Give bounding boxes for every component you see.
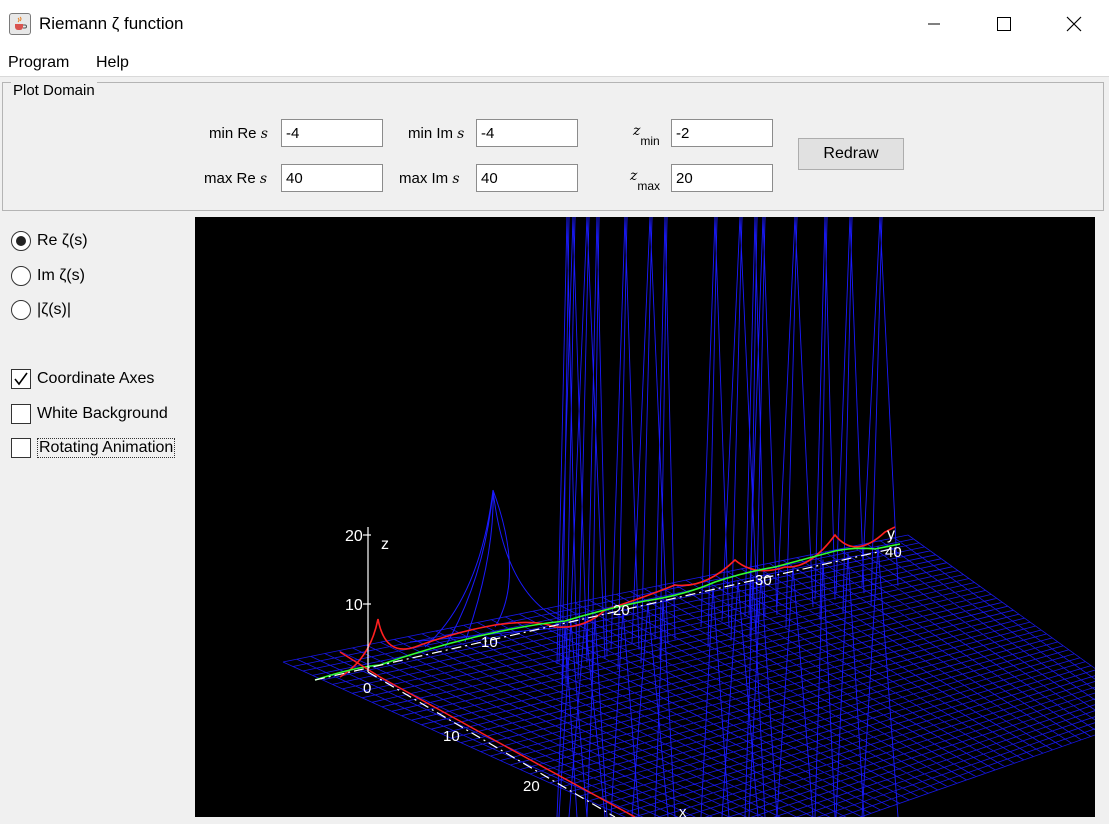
checkbox-indicator[interactable]: [11, 404, 31, 424]
max-im-input[interactable]: [476, 164, 578, 192]
zeta-3d-plot[interactable]: 20 10 z 0 10 20 x 10 20 30 40 y: [195, 217, 1095, 817]
maximize-icon: [997, 17, 1011, 31]
origin-label: 0: [363, 680, 371, 697]
real-tick-label-10: 10: [443, 728, 460, 745]
rotating-animation-label: Rotating Animation: [37, 438, 176, 458]
menu-program[interactable]: Program: [8, 54, 69, 72]
menu-help[interactable]: Help: [96, 54, 129, 72]
menu-bar: Program Help: [0, 48, 1109, 77]
checkmark-icon: [14, 372, 28, 386]
real-tick-label-20: 20: [523, 778, 540, 795]
title-bar: Riemann ζ function: [0, 0, 1109, 48]
redraw-button[interactable]: Redraw: [798, 138, 904, 170]
y-axis-label: y: [887, 526, 895, 543]
max-re-input[interactable]: [281, 164, 383, 192]
imag-tick-label-30: 30: [755, 572, 772, 589]
imag-tick-label-20: 20: [613, 602, 630, 619]
zmax-input[interactable]: [671, 164, 773, 192]
imag-tick-label-40: 40: [885, 544, 902, 561]
zeta-surface-svg: 20 10 z 0 10 20 x 10 20 30 40y: [282, 217, 1095, 817]
min-re-input[interactable]: [281, 119, 383, 147]
x-axis-label: x: [679, 804, 687, 817]
min-im-input[interactable]: [476, 119, 578, 147]
surface-mesh: [282, 534, 1095, 817]
window-title: Riemann ζ function: [39, 14, 184, 33]
zmin-label: zmin: [633, 123, 660, 148]
max-re-label: max Re s: [204, 170, 268, 187]
close-icon: [1066, 16, 1082, 32]
radio-im-zeta[interactable]: Im ζ(s): [11, 266, 85, 286]
radio-abs-zeta-label: |ζ(s)|: [37, 301, 72, 318]
checkbox-white-background[interactable]: White Background: [11, 404, 168, 424]
radio-re-zeta[interactable]: Re ζ(s): [11, 231, 88, 251]
z-tick-label-20: 20: [345, 528, 363, 545]
zmax-label: zmax: [630, 168, 661, 193]
checkbox-checked-indicator[interactable]: [11, 369, 31, 389]
java-cup-icon: [9, 13, 31, 35]
close-button[interactable]: [1039, 0, 1109, 48]
checkbox-rotating-animation[interactable]: Rotating Animation: [11, 438, 176, 458]
plot-domain-panel: Plot Domain min Re s max Re s min Im s m…: [2, 82, 1104, 211]
max-im-label: max Im s: [399, 170, 460, 187]
radio-im-zeta-label: Im ζ(s): [37, 267, 85, 284]
radio-abs-zeta[interactable]: |ζ(s)|: [11, 300, 71, 320]
coordinate-axes-label: Coordinate Axes: [37, 370, 155, 387]
radio-indicator[interactable]: [11, 300, 31, 320]
checkbox-indicator[interactable]: [11, 438, 31, 458]
radio-indicator[interactable]: [11, 266, 31, 286]
maximize-button[interactable]: [969, 0, 1039, 48]
minimize-icon: [928, 23, 940, 25]
plot-domain-title: Plot Domain: [11, 82, 97, 99]
checkbox-coordinate-axes[interactable]: Coordinate Axes: [11, 369, 154, 389]
min-re-label: min Re s: [209, 125, 268, 142]
minimize-button[interactable]: [899, 0, 969, 48]
radio-re-zeta-label: Re ζ(s): [37, 232, 88, 249]
zmin-input[interactable]: [671, 119, 773, 147]
z-axis-label: z: [381, 536, 389, 553]
min-im-label: min Im s: [408, 125, 465, 142]
z-tick-label-10: 10: [345, 597, 363, 614]
radio-selected-indicator[interactable]: [11, 231, 31, 251]
white-background-label: White Background: [37, 405, 168, 422]
imag-tick-label-10: 10: [481, 634, 498, 651]
